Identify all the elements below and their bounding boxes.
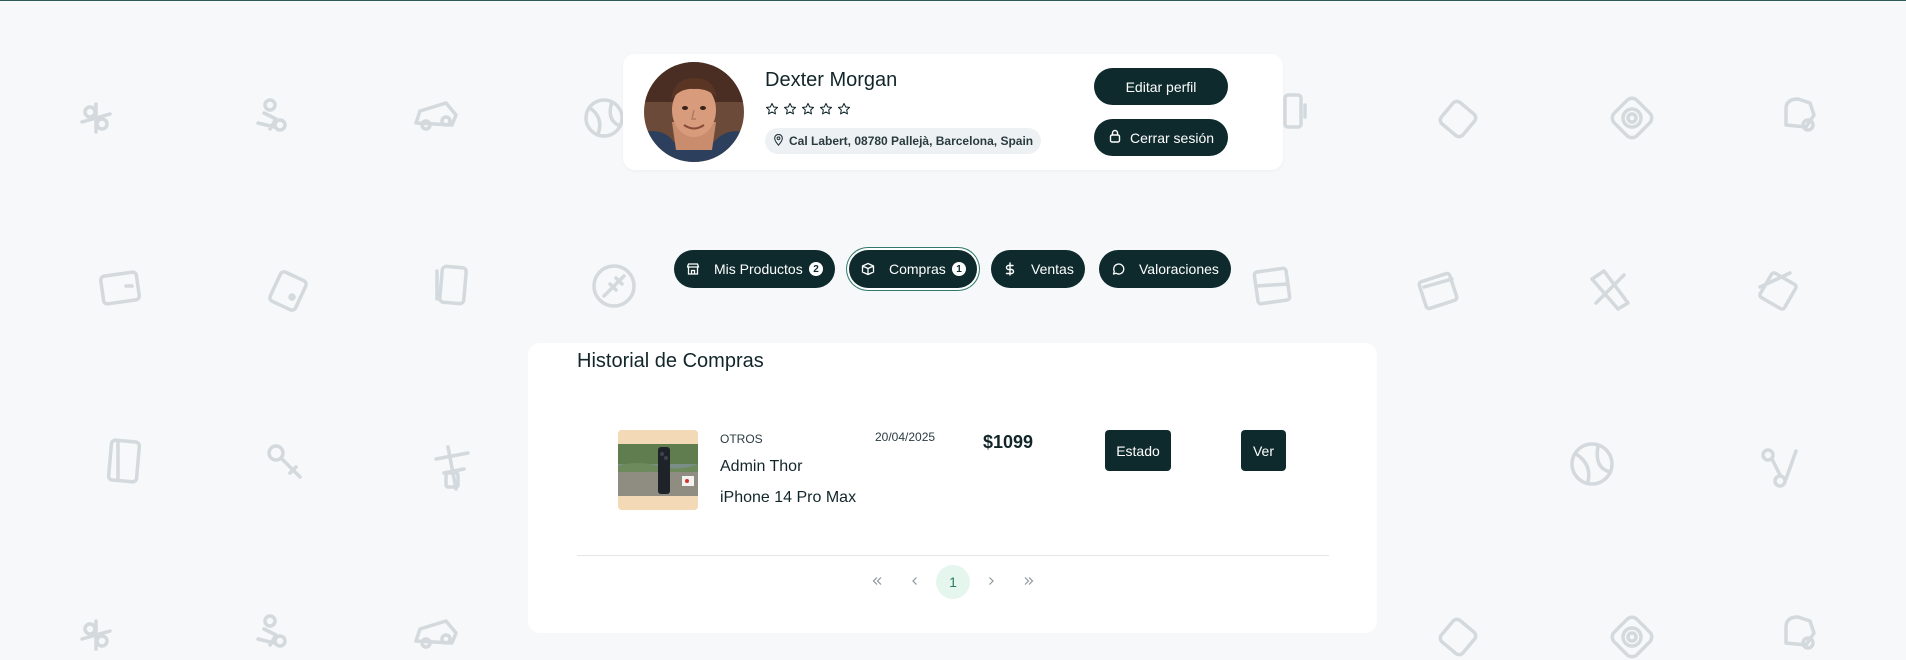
purchase-history-panel: Historial de Compras OTROS Admin Thor iP… <box>528 343 1377 633</box>
tab-label: Valoraciones <box>1139 261 1219 277</box>
map-pin-icon <box>773 133 784 149</box>
purchase-price: $1099 <box>983 432 1034 452</box>
view-button[interactable]: Ver <box>1241 430 1286 471</box>
tab-label: Compras <box>889 261 946 277</box>
product-category: OTROS <box>720 432 763 446</box>
tab-label: Ventas <box>1031 261 1074 277</box>
avatar <box>644 62 744 162</box>
dollar-icon <box>1003 262 1017 276</box>
chevrons-right-icon <box>1023 574 1035 590</box>
first-page-button[interactable] <box>860 565 894 599</box>
lock-icon <box>1108 129 1122 146</box>
box-icon <box>861 262 875 276</box>
location-text: Cal Labert, 08780 Pallejà, Barcelona, Sp… <box>789 134 1034 148</box>
chevron-right-icon <box>985 574 997 590</box>
count-badge: 1 <box>952 262 966 276</box>
tab-label: Mis Productos <box>714 261 803 277</box>
star-icon <box>837 102 851 116</box>
last-page-button[interactable] <box>1012 565 1046 599</box>
star-icon <box>819 102 833 116</box>
seller-name: Admin Thor <box>720 458 803 475</box>
star-icon <box>765 102 779 116</box>
shop-icon <box>686 262 700 276</box>
logout-label: Cerrar sesión <box>1129 129 1215 146</box>
star-icon <box>801 102 815 116</box>
pagination: 1 <box>528 565 1377 599</box>
logout-button[interactable]: Cerrar sesión <box>1094 119 1228 156</box>
edit-profile-label: Editar perfil <box>1125 78 1197 95</box>
divider <box>577 555 1329 556</box>
prev-page-button[interactable] <box>898 565 932 599</box>
chat-icon <box>1111 262 1125 276</box>
tab-compras[interactable]: Compras 1 <box>849 250 977 288</box>
tab-ventas[interactable]: Ventas <box>991 250 1085 288</box>
location-badge: Cal Labert, 08780 Pallejà, Barcelona, Sp… <box>765 128 1042 154</box>
status-button[interactable]: Estado <box>1105 430 1171 471</box>
user-name: Dexter Morgan <box>765 69 898 91</box>
rating-stars <box>765 102 851 116</box>
count-badge: 2 <box>809 262 823 276</box>
tab-valoraciones[interactable]: Valoraciones <box>1099 250 1231 288</box>
chevron-left-icon <box>909 574 921 590</box>
purchase-date: 20/04/2025 <box>875 430 936 444</box>
next-page-button[interactable] <box>974 565 1008 599</box>
chevrons-left-icon <box>871 574 883 590</box>
star-icon <box>783 102 797 116</box>
profile-card: Dexter Morgan Cal Labert, 08780 Pallejà,… <box>623 54 1283 170</box>
edit-profile-button[interactable]: Editar perfil <box>1094 68 1228 105</box>
product-image[interactable] <box>618 430 698 510</box>
page-title: Historial de Compras <box>577 350 764 372</box>
product-name: iPhone 14 Pro Max <box>720 489 857 506</box>
tab-mis-productos[interactable]: Mis Productos 2 <box>674 250 835 288</box>
page-number-button[interactable]: 1 <box>936 565 970 599</box>
